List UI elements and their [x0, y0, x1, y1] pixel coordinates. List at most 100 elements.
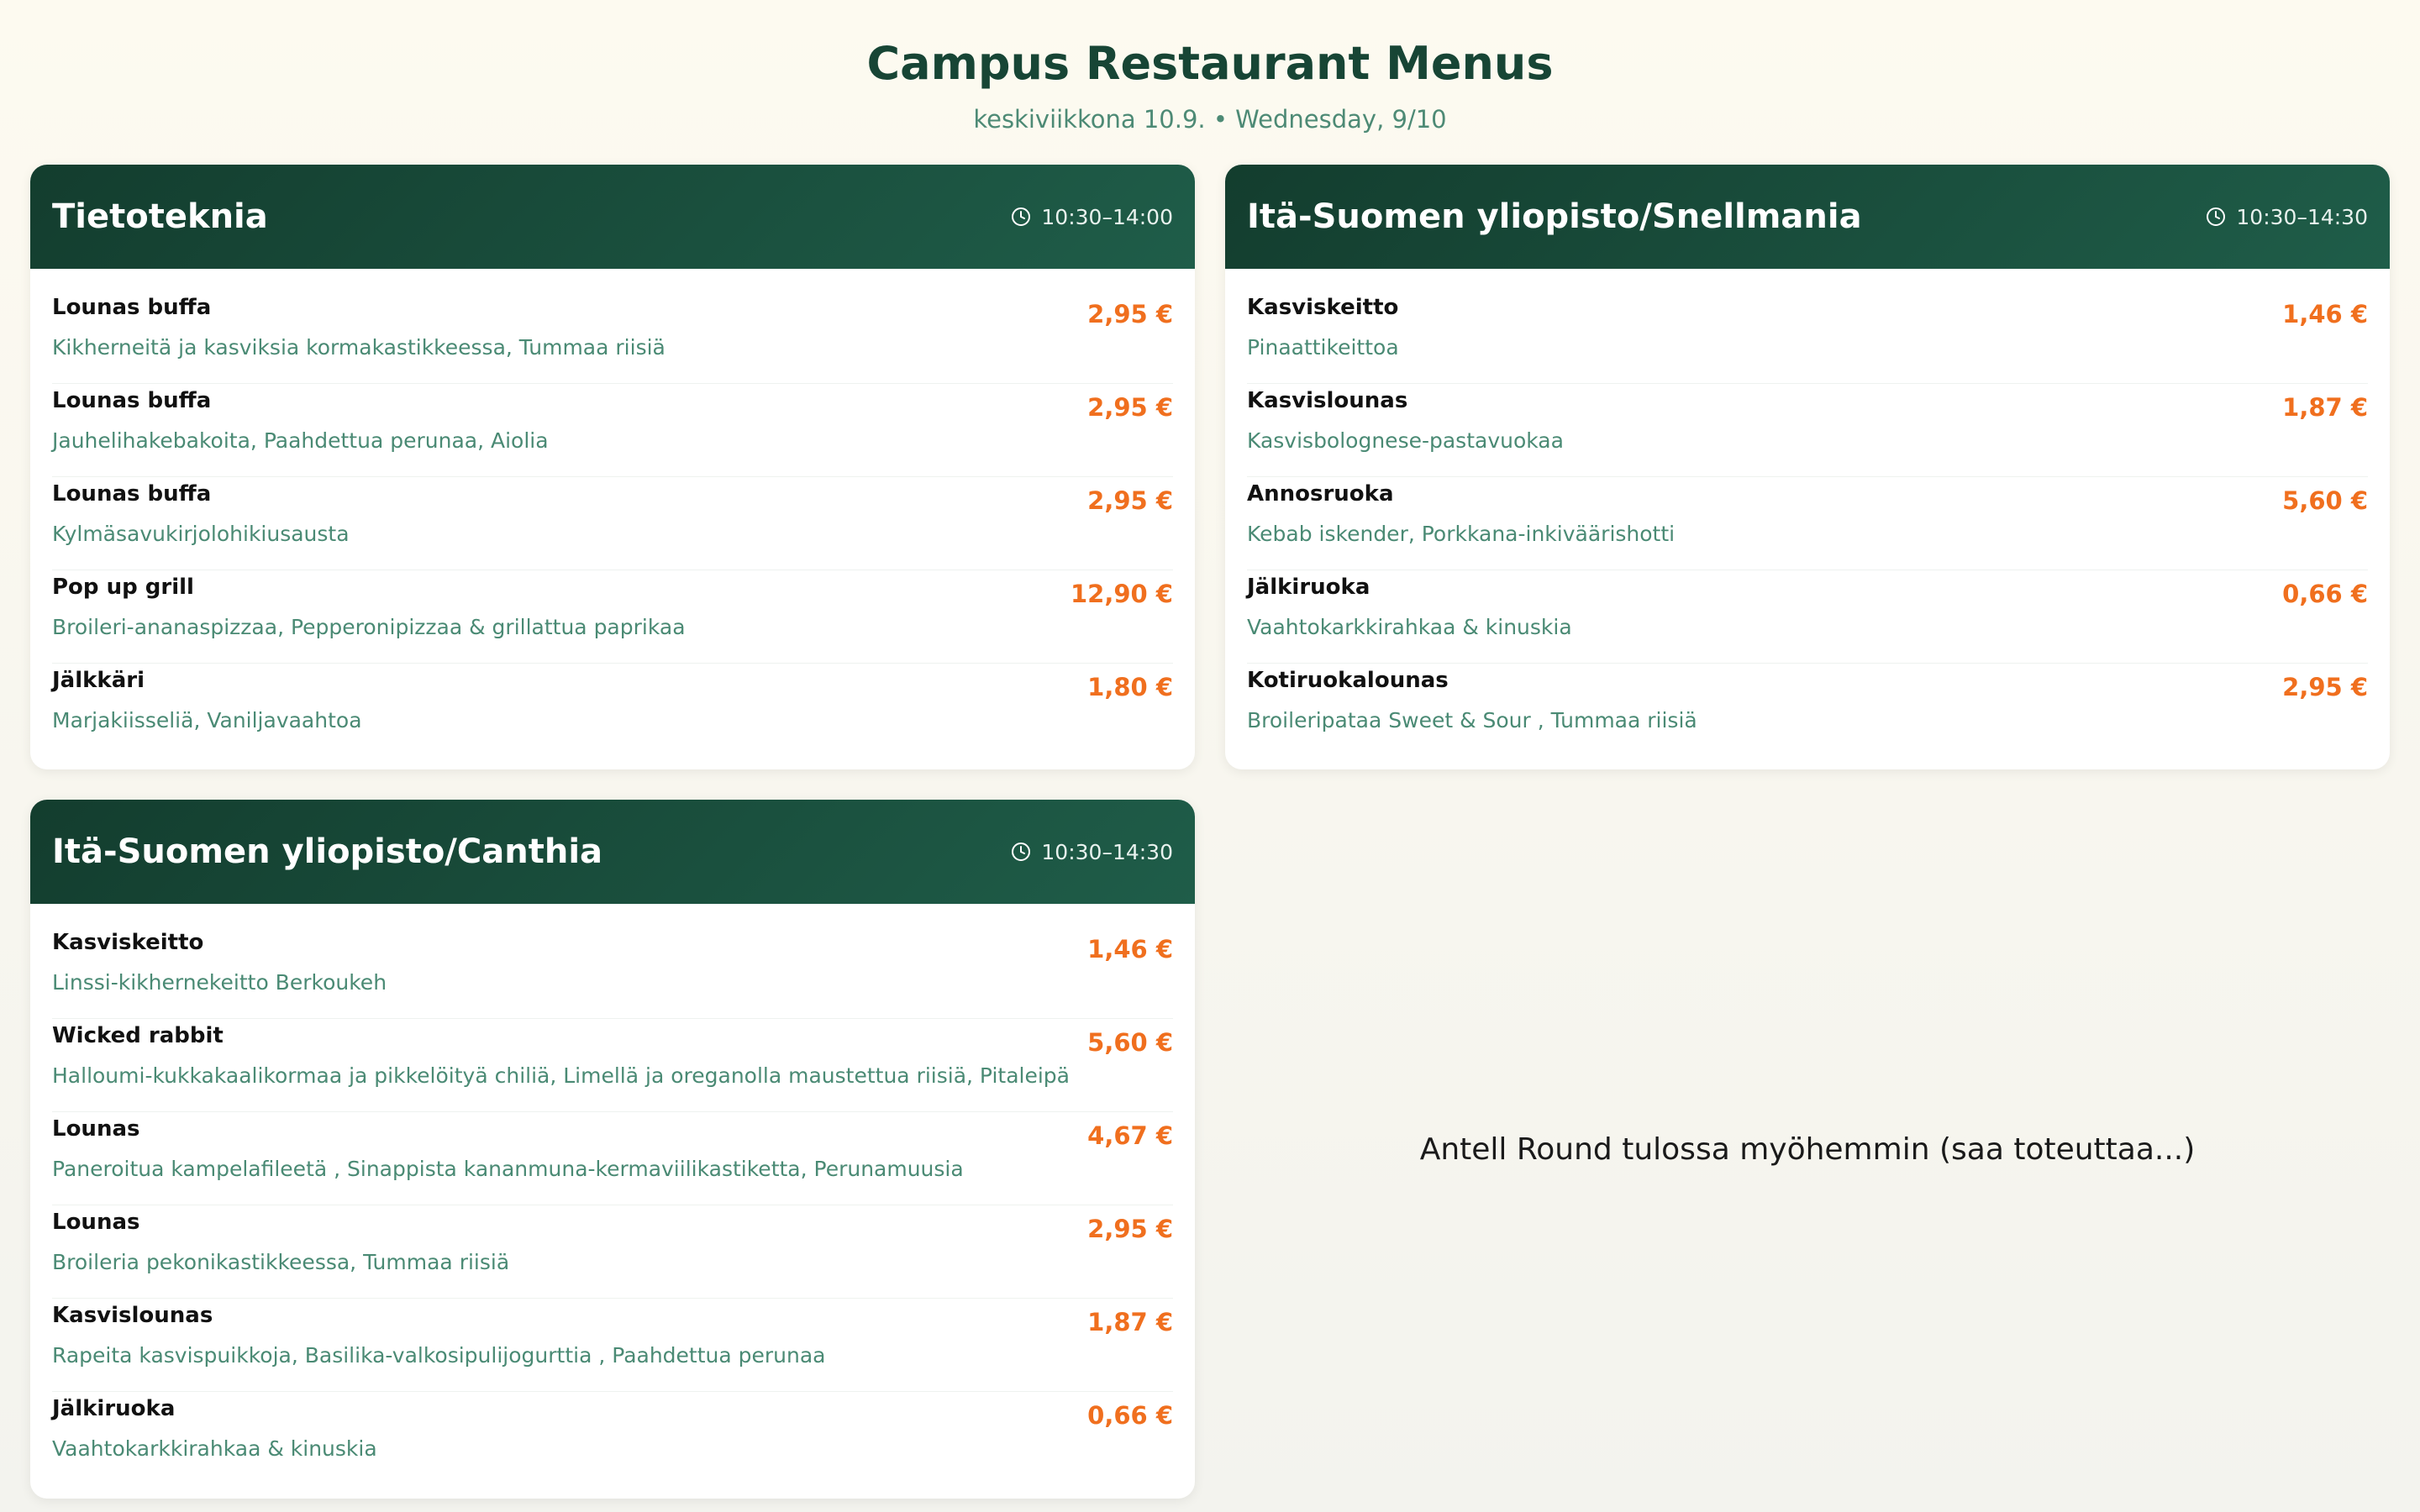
menu-item-text: Kotiruokalounas Broileripataa Sweet & Sou…	[1247, 665, 1697, 736]
menu-item-text: Jälkkäri Marjakiisseliä, Vaniljavaahtoa	[52, 665, 362, 736]
menu-item: Kotiruokalounas Broileripataa Sweet & Sou…	[1247, 664, 2368, 757]
menu-item-text: Lounas Paneroitua kampelafileetä , Sinapp…	[52, 1114, 964, 1184]
menu-item-price: 1,87 €	[2282, 393, 2368, 422]
menu-item-text: Jälkiruoka Vaahtokarkkirahkaa & kinuskia	[52, 1394, 377, 1464]
menu-item-description: Jauhelihakebakoita, Paahdettua perunaa, …	[52, 428, 549, 453]
menu-item-description: Halloumi-kukkakaalikormaa ja pikkelöityä…	[52, 1063, 1070, 1088]
menu-item: Kasviskeitto Linssi-kikhernekeitto Berkou…	[52, 926, 1173, 1019]
menu-item-text: Jälkiruoka Vaahtokarkkirahkaa & kinuskia	[1247, 572, 1572, 643]
menu-item-name: Wicked rabbit	[52, 1023, 224, 1048]
menu-item-name: Pop up grill	[52, 575, 194, 600]
menu-item: Kasviskeitto Pinaattikeittoa 1,46 €	[1247, 291, 2368, 384]
menu-item-name: Lounas buffa	[52, 295, 212, 320]
page-title: Campus Restaurant Menus	[866, 37, 1554, 90]
menu-item-text: Lounas Broileria pekonikastikkeessa, Tumm…	[52, 1207, 509, 1278]
menu-item: Kasvislounas Rapeita kasvispuikkoja, Basi…	[52, 1299, 1173, 1392]
menu-item: Lounas Paneroitua kampelafileetä , Sinapp…	[52, 1112, 1173, 1205]
menu-item: Jälkiruoka Vaahtokarkkirahkaa & kinuskia 0…	[1247, 570, 2368, 664]
placeholder-message: Antell Round tulossa myöhemmin (saa tote…	[1419, 1131, 2196, 1167]
restaurant-name: Tietoteknia	[52, 197, 268, 236]
menu-item-price: 2,95 €	[1087, 1215, 1173, 1243]
menu-item: Lounas buffa Kylmäsavukirjolohikiusausta 2…	[52, 477, 1173, 570]
menu-item-description: Vaahtokarkkirahkaa & kinuskia	[52, 1436, 377, 1461]
clock-icon	[1011, 842, 1031, 862]
menu-item-description: Broileripataa Sweet & Sour , Tummaa riis…	[1247, 708, 1697, 732]
menu-item: Jälkkäri Marjakiisseliä, Vaniljavaahtoa 1,…	[52, 664, 1173, 757]
hours-text: 10:30–14:00	[1041, 204, 1173, 229]
menu-item-name: Kasvislounas	[1247, 388, 1408, 413]
menu-item-text: Kasviskeitto Pinaattikeittoa	[1247, 292, 1399, 363]
opening-hours: 10:30–14:30	[1011, 840, 1173, 864]
hours-text: 10:30–14:30	[1041, 839, 1173, 864]
restaurant-card-tietoteknia: Tietoteknia 10:30–14:00 Lounas buffa Kikh…	[30, 165, 1195, 769]
menu-item: Pop up grill Broileri-ananaspizzaa, Peppe…	[52, 570, 1173, 664]
menu-item-text: Annosruoka Kebab iskender, Porkkana-inkiv…	[1247, 479, 1675, 549]
restaurant-card-canthia: Itä-Suomen yliopisto/Canthia 10:30–14:30…	[30, 800, 1195, 1499]
menu-item-price: 2,95 €	[1087, 393, 1173, 422]
restaurant-name: Itä-Suomen yliopisto/Canthia	[52, 832, 603, 871]
opening-hours: 10:30–14:30	[2206, 205, 2368, 229]
menu-item-price: 5,60 €	[2282, 486, 2368, 515]
menu-item-price: 2,95 €	[2282, 673, 2368, 701]
menu-item-price: 1,46 €	[2282, 300, 2368, 328]
opening-hours: 10:30–14:00	[1011, 205, 1173, 229]
menu-item-description: Paneroitua kampelafileetä , Sinappista k…	[52, 1157, 964, 1181]
menu-item-text: Wicked rabbit Halloumi-kukkakaalikormaa j…	[52, 1021, 1070, 1091]
page-header: Campus Restaurant Menus keskiviikkona 10…	[0, 30, 2420, 136]
menu-item-name: Lounas buffa	[52, 481, 212, 507]
page-subtitle: keskiviikkona 10.9. • Wednesday, 9/10	[973, 105, 1447, 134]
menu-item-price: 0,66 €	[1087, 1401, 1173, 1430]
menu-item-price: 1,46 €	[1087, 935, 1173, 963]
menu-item-description: Vaahtokarkkirahkaa & kinuskia	[1247, 615, 1572, 639]
menu-item-text: Kasviskeitto Linssi-kikhernekeitto Berkou…	[52, 927, 387, 998]
clock-icon	[1011, 207, 1031, 227]
menu-item: Lounas buffa Kikherneitä ja kasviksia kor…	[52, 291, 1173, 384]
menu-item: Annosruoka Kebab iskender, Porkkana-inkiv…	[1247, 477, 2368, 570]
menu-item-price: 1,80 €	[1087, 673, 1173, 701]
menu-item-price: 1,87 €	[1087, 1308, 1173, 1336]
menu-items: Kasviskeitto Pinaattikeittoa 1,46 € Kasvisl…	[1225, 269, 2390, 757]
menu-item-price: 2,95 €	[1087, 300, 1173, 328]
menu-item-name: Jälkiruoka	[1247, 575, 1370, 600]
menu-item-name: Lounas	[52, 1116, 140, 1142]
hours-text: 10:30–14:30	[2236, 204, 2368, 229]
menu-item-name: Kotiruokalounas	[1247, 668, 1449, 693]
menu-item-text: Kasvislounas Kasvisbolognese-pastavuokaa	[1247, 386, 1564, 456]
card-header: Tietoteknia 10:30–14:00	[30, 165, 1195, 269]
menu-item: Kasvislounas Kasvisbolognese-pastavuokaa 1…	[1247, 384, 2368, 477]
menu-item-price: 4,67 €	[1087, 1121, 1173, 1150]
menu-item-name: Jälkiruoka	[52, 1396, 176, 1421]
menu-item-text: Kasvislounas Rapeita kasvispuikkoja, Basi…	[52, 1300, 826, 1371]
menu-item-description: Pinaattikeittoa	[1247, 335, 1399, 360]
menu-item-description: Marjakiisseliä, Vaniljavaahtoa	[52, 708, 362, 732]
menu-items: Lounas buffa Kikherneitä ja kasviksia kor…	[30, 269, 1195, 757]
menu-item-description: Broileria pekonikastikkeessa, Tummaa rii…	[52, 1250, 510, 1274]
card-header: Itä-Suomen yliopisto/Snellmania 10:30–14…	[1225, 165, 2390, 269]
menu-item-price: 12,90 €	[1070, 580, 1173, 608]
menu-item-description: Broileri-ananaspizzaa, Pepperonipizzaa &…	[52, 615, 686, 639]
menu-item-name: Kasviskeitto	[1247, 295, 1399, 320]
menu-item-name: Lounas	[52, 1210, 140, 1235]
menu-item-name: Annosruoka	[1247, 481, 1394, 507]
menu-item: Lounas buffa Jauhelihakebakoita, Paahdett…	[52, 384, 1173, 477]
menu-item-description: Rapeita kasvispuikkoja, Basilika-valkosi…	[52, 1343, 826, 1368]
menu-item-name: Lounas buffa	[52, 388, 212, 413]
menu-item-description: Kikherneitä ja kasviksia kormakastikkees…	[52, 335, 666, 360]
menu-item-description: Kylmäsavukirjolohikiusausta	[52, 522, 350, 546]
restaurant-name: Itä-Suomen yliopisto/Snellmania	[1247, 197, 1862, 236]
menu-item-name: Kasviskeitto	[52, 930, 204, 955]
menu-item-text: Lounas buffa Kylmäsavukirjolohikiusausta	[52, 479, 350, 549]
menu-item-description: Linssi-kikhernekeitto Berkoukeh	[52, 970, 387, 995]
menu-item-name: Kasvislounas	[52, 1303, 213, 1328]
menu-item: Jälkiruoka Vaahtokarkkirahkaa & kinuskia 0…	[52, 1392, 1173, 1485]
menu-item-text: Lounas buffa Jauhelihakebakoita, Paahdett…	[52, 386, 549, 456]
clock-icon	[2206, 207, 2226, 227]
menu-item-price: 5,60 €	[1087, 1028, 1173, 1057]
card-header: Itä-Suomen yliopisto/Canthia 10:30–14:30	[30, 800, 1195, 904]
menu-item-price: 0,66 €	[2282, 580, 2368, 608]
page: Campus Restaurant Menus keskiviikkona 10…	[0, 0, 2420, 1512]
menu-item-text: Lounas buffa Kikherneitä ja kasviksia kor…	[52, 292, 666, 363]
menu-item: Lounas Broileria pekonikastikkeessa, Tumm…	[52, 1205, 1173, 1299]
menu-item-description: Kasvisbolognese-pastavuokaa	[1247, 428, 1564, 453]
menu-item: Wicked rabbit Halloumi-kukkakaalikormaa j…	[52, 1019, 1173, 1112]
